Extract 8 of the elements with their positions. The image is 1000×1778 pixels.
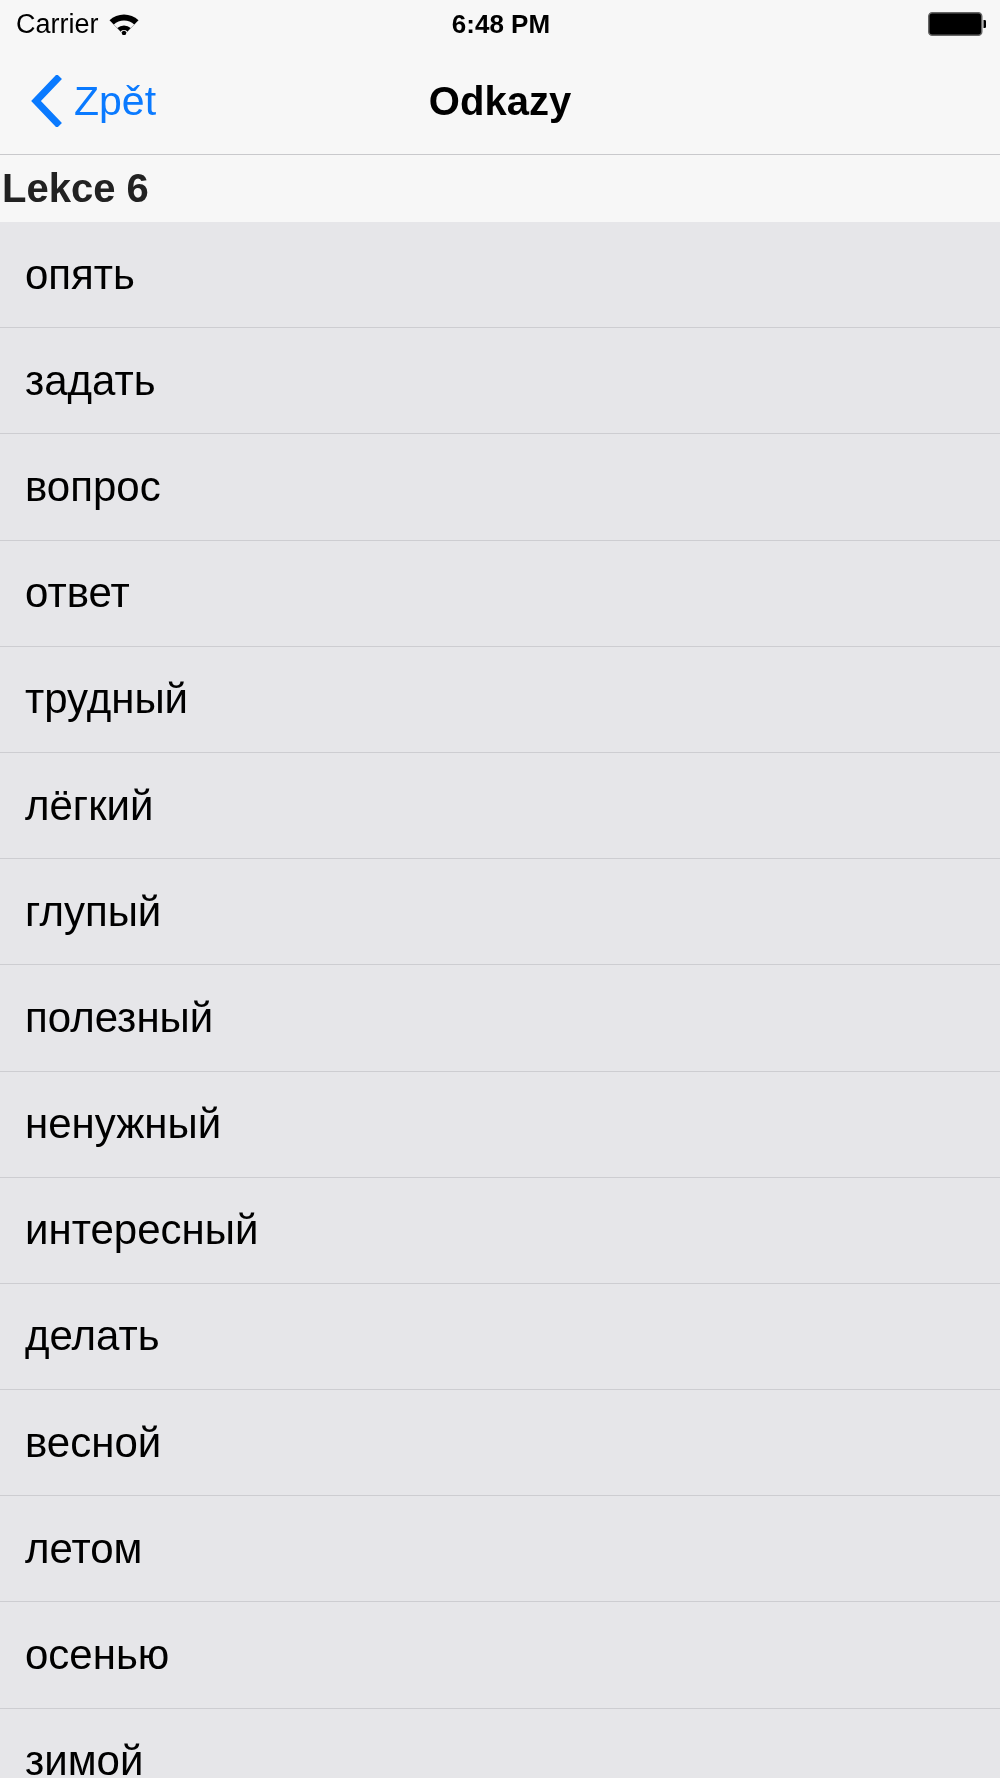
battery-icon [928,12,986,36]
back-button[interactable]: Zpět [24,71,163,131]
clock-time: 6:48 PM [451,8,551,40]
screen-title: Odkazy [428,78,572,124]
section-title: Lekce 6 [2,166,149,211]
wifi-icon [108,13,139,35]
carrier-name: Carrier [16,8,99,40]
chevron-left-icon [30,75,62,127]
